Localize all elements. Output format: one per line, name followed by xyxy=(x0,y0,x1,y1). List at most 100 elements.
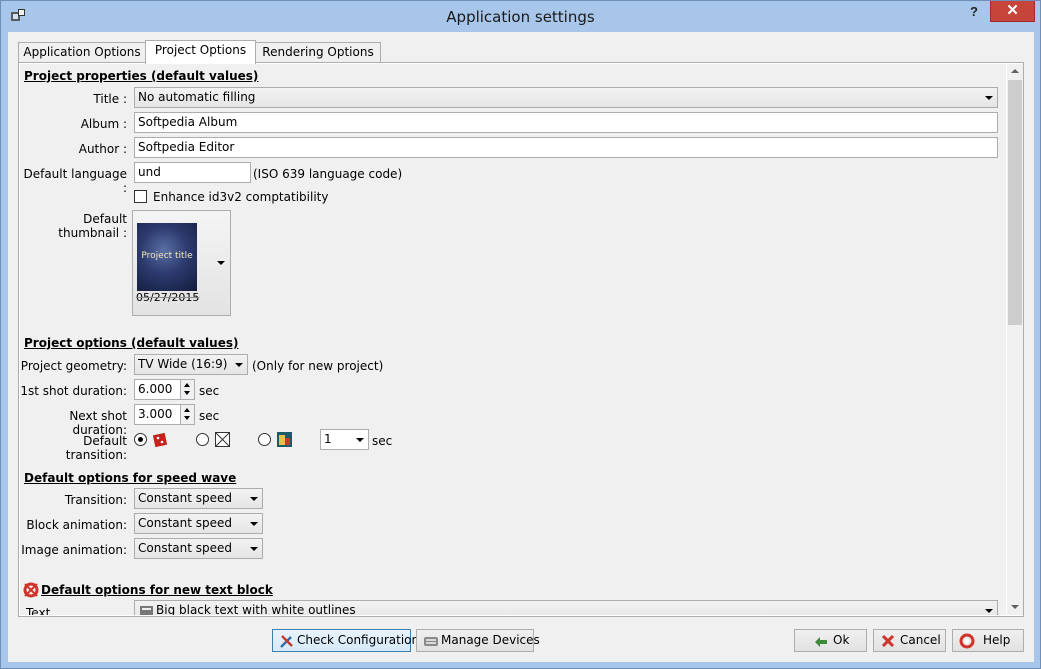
spin-buttons[interactable] xyxy=(180,405,194,424)
close-button[interactable]: ✕ xyxy=(990,1,1035,22)
transition-duration-select[interactable]: 1 xyxy=(320,429,369,450)
vertical-scrollbar[interactable] xyxy=(1007,64,1023,615)
check-configuration-button[interactable]: Check Configuration xyxy=(272,629,419,652)
tab-rendering-options[interactable]: Rendering Options xyxy=(255,42,381,63)
title-select[interactable]: No automatic filling xyxy=(134,87,998,108)
thumbnail-label: Default thumbnail : xyxy=(58,212,127,240)
language-field[interactable]: und xyxy=(134,162,251,183)
cancel-button[interactable]: Cancel xyxy=(873,629,946,652)
cancel-label: Cancel xyxy=(900,633,941,647)
album-field[interactable]: Softpedia Album xyxy=(134,112,998,133)
options-scroll-area: Project properties (default values) Titl… xyxy=(20,64,1006,615)
geometry-label: Project geometry: xyxy=(20,359,127,373)
thumbnail-caption: Project title xyxy=(141,251,193,261)
ok-button[interactable]: Ok xyxy=(794,629,867,652)
sw-image-select[interactable]: Constant speed xyxy=(134,538,263,559)
help-label: Help xyxy=(983,633,1011,647)
chevron-down-icon xyxy=(985,96,993,100)
sw-transition-value: Constant speed xyxy=(138,491,233,505)
sw-transition-select[interactable]: Constant speed xyxy=(134,488,263,509)
random-transition-icon xyxy=(153,432,168,447)
enhance-id3v2-label: Enhance id3v2 comptatibility xyxy=(153,190,329,204)
manage-devices-button[interactable]: Manage Devices xyxy=(416,629,540,652)
thumbnail-date: 05/27/2015 xyxy=(136,291,200,304)
chevron-down-icon xyxy=(356,438,364,442)
section-project-options: Project options (default values) xyxy=(24,336,239,350)
ok-label: Ok xyxy=(833,633,850,647)
transition-duration-unit: sec xyxy=(372,434,393,448)
enhance-id3v2-checkbox[interactable] xyxy=(134,190,147,203)
language-label: Default language : xyxy=(23,167,127,195)
chevron-down-icon xyxy=(250,547,258,551)
manage-devices-label: Manage Devices xyxy=(441,633,540,647)
help-button[interactable]: Help xyxy=(952,629,1024,652)
sw-image-label: Image animation: xyxy=(21,543,127,557)
transition-duration-value: 1 xyxy=(324,432,332,446)
first-shot-label: 1st shot duration: xyxy=(20,384,127,398)
help-lifebuoy-icon xyxy=(959,633,975,649)
chevron-down-icon xyxy=(250,522,258,526)
cancel-icon xyxy=(881,634,895,648)
sw-image-value: Constant speed xyxy=(138,541,233,555)
text-style-label: Text xyxy=(26,606,51,615)
next-shot-unit: sec xyxy=(199,409,220,423)
scroll-down-icon[interactable] xyxy=(1011,605,1019,609)
geometry-hint: (Only for new project) xyxy=(252,359,384,373)
first-shot-value: 6.000 xyxy=(138,382,173,396)
default-transition-label: Default transition: xyxy=(65,434,127,462)
tab-project-options[interactable]: Project Options xyxy=(145,40,256,64)
spin-down-icon xyxy=(184,391,190,395)
transition-radio-none[interactable] xyxy=(196,433,209,446)
chevron-down-icon xyxy=(250,497,258,501)
spin-buttons[interactable] xyxy=(180,380,194,399)
no-transition-icon xyxy=(215,432,230,447)
text-style-select[interactable]: Big black text with white outlines xyxy=(134,600,998,615)
scroll-up-icon[interactable] xyxy=(1011,69,1019,73)
spin-up-icon xyxy=(184,383,190,387)
next-shot-stepper[interactable]: 3.000 xyxy=(134,404,195,425)
text-style-value: Big black text with white outlines xyxy=(156,603,356,615)
spin-up-icon xyxy=(184,408,190,412)
devices-icon xyxy=(424,637,438,646)
chevron-down-icon xyxy=(235,363,243,367)
album-label: Album : xyxy=(80,117,127,131)
basic-transition-icon xyxy=(277,432,292,447)
sw-block-value: Constant speed xyxy=(138,516,233,530)
dialog-client: Application Options Project Options Rend… xyxy=(8,32,1034,662)
ok-arrow-icon xyxy=(815,637,827,647)
section-project-properties: Project properties (default values) xyxy=(24,69,259,83)
title-select-value: No automatic filling xyxy=(138,90,256,104)
thumbnail-image: Project title xyxy=(137,223,197,291)
tab-application-options[interactable]: Application Options xyxy=(18,42,146,63)
reset-icon[interactable] xyxy=(23,582,39,598)
chevron-down-icon xyxy=(985,609,993,613)
project-options-panel: Project properties (default values) Titl… xyxy=(18,62,1024,617)
scrollbar-thumb[interactable] xyxy=(1008,80,1022,325)
spin-down-icon xyxy=(184,416,190,420)
tools-icon xyxy=(280,635,293,648)
check-configuration-label: Check Configuration xyxy=(297,633,420,647)
text-style-icon xyxy=(140,606,153,615)
settings-window: Application settings ? ✕ Application Opt… xyxy=(0,0,1041,669)
geometry-select-value: TV Wide (16:9) xyxy=(138,357,228,371)
sw-block-label: Block animation: xyxy=(26,518,127,532)
geometry-select[interactable]: TV Wide (16:9) xyxy=(134,354,248,375)
transition-radio-basic[interactable] xyxy=(258,433,271,446)
next-shot-label: Next shot duration: xyxy=(69,409,127,437)
thumbnail-button[interactable]: Project title 05/27/2015 xyxy=(132,210,231,316)
language-hint: (ISO 639 language code) xyxy=(253,167,403,181)
next-shot-value: 3.000 xyxy=(138,407,173,421)
title-label: Title : xyxy=(93,92,127,106)
chevron-down-icon xyxy=(217,261,225,265)
title-bar: Application settings ? ✕ xyxy=(1,1,1040,33)
window-title: Application settings xyxy=(446,8,595,26)
sw-block-select[interactable]: Constant speed xyxy=(134,513,263,534)
sw-transition-label: Transition: xyxy=(64,493,127,507)
section-speed-wave: Default options for speed wave xyxy=(24,471,237,485)
help-icon[interactable]: ? xyxy=(967,4,981,22)
author-label: Author : xyxy=(78,142,127,156)
transition-radio-random[interactable] xyxy=(134,433,147,446)
first-shot-stepper[interactable]: 6.000 xyxy=(134,379,195,400)
section-text-block: Default options for new text block xyxy=(41,583,273,597)
author-field[interactable]: Softpedia Editor xyxy=(134,137,998,158)
